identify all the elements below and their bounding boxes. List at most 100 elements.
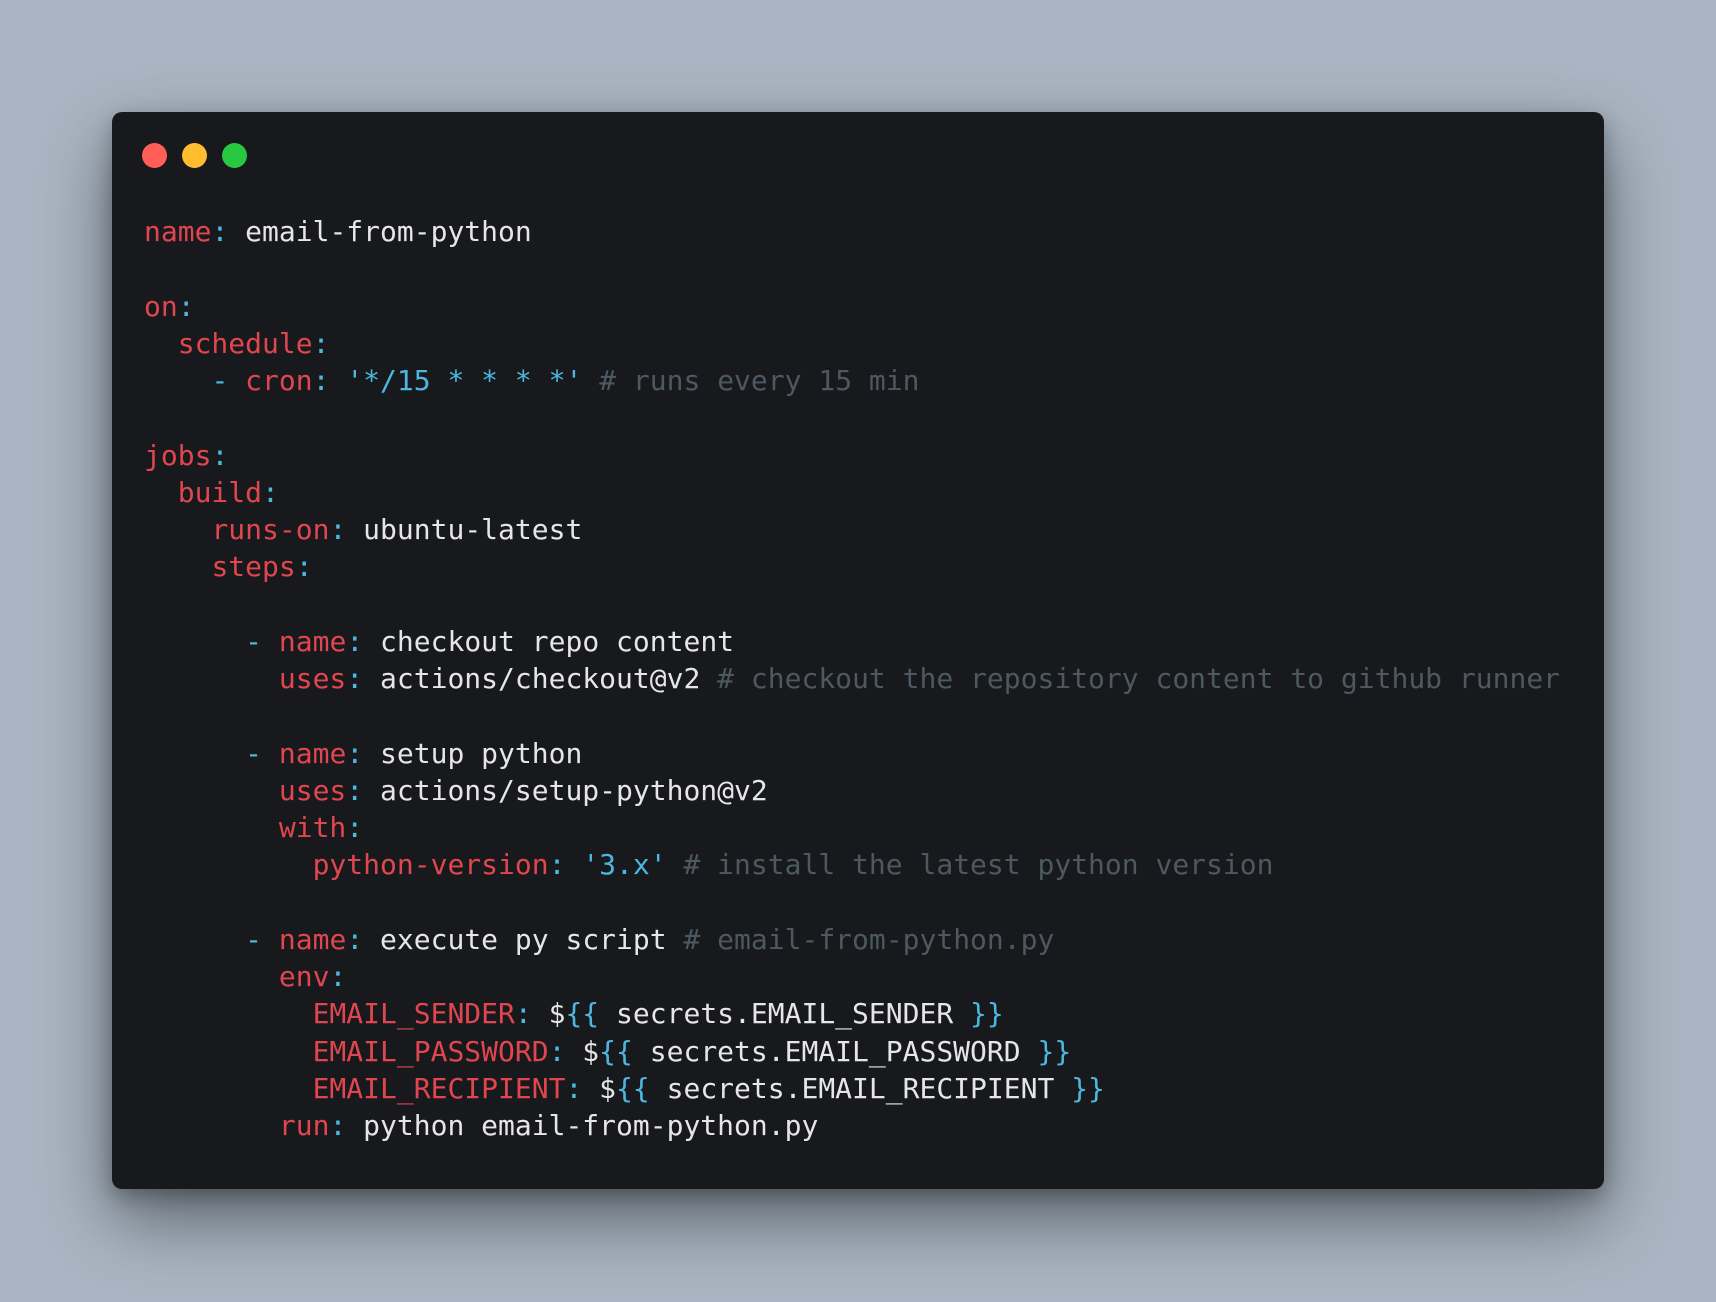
yaml-value [144,625,245,658]
yaml-key: uses [278,662,347,695]
yaml-punct: : [514,997,532,1031]
yaml-key: steps [211,550,296,584]
yaml-value: secrets.EMAIL_PASSWORD [632,1034,1038,1068]
close-button[interactable] [142,143,167,168]
code-line: - name: setup python [144,735,1560,772]
code-line: - cron: '*/15 * * * *' # runs every 15 m… [144,362,1560,399]
yaml-string: '*/15 * * * *' [346,364,583,397]
yaml-punct: : [548,1034,566,1068]
yaml-punct: : [346,922,364,956]
yaml-punct: {{ [616,1071,650,1105]
yaml-punct: : [211,215,229,248]
yaml-value: secrets.EMAIL_SENDER [599,997,971,1031]
code-line: uses: actions/setup-python@v2 [144,772,1560,809]
yaml-key: build [177,475,263,509]
yaml-value: $ [565,1034,600,1068]
yaml-value: actions/checkout@v2 [363,662,718,695]
yaml-key: on [144,289,178,323]
yaml-value: setup python [363,736,583,770]
yaml-key: python-version [312,848,549,882]
yaml-value [144,476,178,509]
yaml-punct: : [211,438,229,472]
yaml-value [144,1109,279,1142]
yaml-value [144,923,245,956]
yaml-punct: - [211,364,246,397]
yaml-punct: : [312,364,330,397]
code-line: python-version: '3.x' # install the late… [144,846,1560,883]
yaml-comment: # runs every 15 min [599,364,920,397]
yaml-key: schedule [177,326,313,360]
yaml-punct: - [245,922,279,956]
yaml-value: ubuntu-latest [346,513,583,546]
minimize-button[interactable] [182,143,207,168]
yaml-key: name [278,736,347,770]
yaml-punct: {{ [565,997,600,1031]
yaml-punct: : [295,550,313,584]
yaml-key: env [278,960,330,993]
yaml-value [144,1035,313,1068]
yaml-value: execute py script [363,922,684,956]
yaml-comment: # checkout the repository content to git… [717,662,1561,695]
yaml-comment: # install the latest python version [683,848,1274,882]
maximize-button[interactable] [222,143,247,168]
yaml-value [565,848,582,881]
yaml-value [144,513,211,546]
yaml-punct: : [312,326,330,360]
yaml-punct: }} [1037,1034,1072,1068]
yaml-value [144,960,279,993]
yaml-key: with [278,811,347,844]
code-block: name: email-from-python on: schedule: - c… [144,213,1560,1144]
code-line: env: [144,958,1560,995]
code-line: on: [144,288,1560,325]
yaml-value [144,550,211,583]
yaml-value [144,997,313,1030]
yaml-punct: : [346,662,364,695]
yaml-punct: : [346,811,364,844]
yaml-value [144,811,279,844]
yaml-value: $ [531,997,566,1031]
yaml-comment: # email-from-python.py [683,922,1055,956]
yaml-value: python email-from-python.py [346,1109,819,1142]
yaml-value [144,364,211,397]
yaml-key: EMAIL_RECIPIENT [312,1071,566,1105]
yaml-value [582,364,599,397]
code-line: build: [144,474,1560,511]
code-line: steps: [144,548,1560,585]
yaml-key: uses [278,773,347,807]
yaml-punct: : [548,848,566,882]
yaml-value: $ [582,1071,617,1105]
yaml-value [144,662,279,695]
yaml-key: name [144,215,212,248]
yaml-punct: - [245,736,279,770]
yaml-key: name [278,922,347,956]
yaml-value [144,327,178,360]
code-line: EMAIL_RECIPIENT: ${{ secrets.EMAIL_RECIP… [144,1070,1560,1107]
yaml-punct: : [262,475,279,509]
yaml-key: EMAIL_PASSWORD [312,1034,549,1068]
code-line: - name: checkout repo content [144,623,1560,660]
code-line: with: [144,809,1560,846]
yaml-value: email-from-python [228,215,532,248]
yaml-punct: : [177,289,195,323]
yaml-punct: : [346,736,364,770]
code-window: name: email-from-python on: schedule: - c… [112,112,1604,1189]
yaml-punct: {{ [599,1034,633,1068]
yaml-string: '3.x' [582,848,667,882]
code-line: uses: actions/checkout@v2 # checkout the… [144,660,1560,697]
code-line: EMAIL_PASSWORD: ${{ secrets.EMAIL_PASSWO… [144,1033,1560,1070]
yaml-punct: }} [1071,1071,1105,1105]
yaml-key: jobs [144,438,212,472]
yaml-punct: - [245,624,279,658]
yaml-key: name [278,624,347,658]
code-line: jobs: [144,437,1560,474]
yaml-punct: : [565,1071,583,1105]
code-line: runs-on: ubuntu-latest [144,511,1560,548]
yaml-value [144,737,245,770]
yaml-punct: : [346,773,364,807]
yaml-value [144,1072,313,1105]
yaml-value [667,848,684,881]
